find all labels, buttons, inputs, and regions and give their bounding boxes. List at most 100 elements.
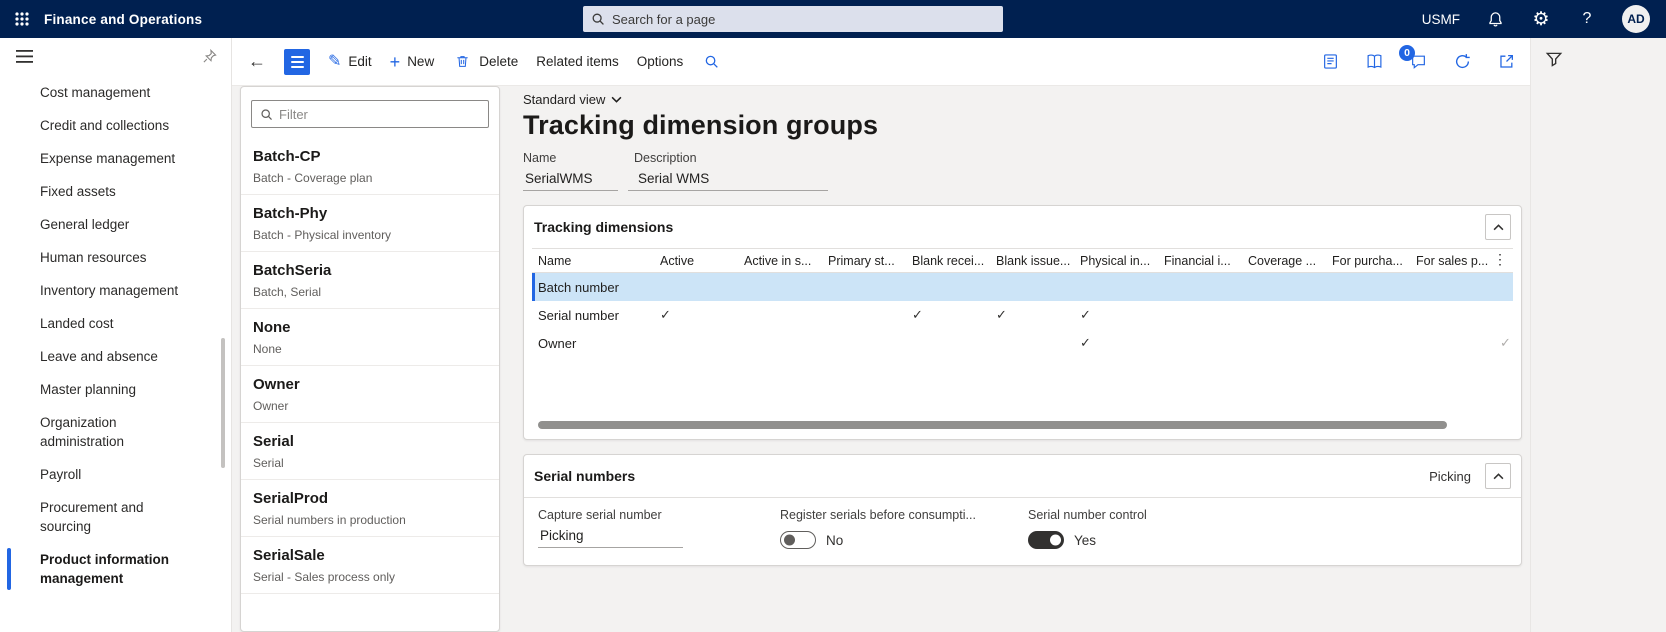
grid-column-header[interactable]: Coverage ... <box>1242 254 1326 268</box>
toolbar-right-actions: 0 <box>1320 44 1516 72</box>
sidebar-item[interactable]: Human resources <box>0 241 231 274</box>
sidebar-item[interactable]: Expense management <box>0 142 231 175</box>
sidebar-item[interactable]: General ledger <box>0 208 231 241</box>
sidebar-item[interactable]: Fixed assets <box>0 175 231 208</box>
serial-numbers-header: Serial numbers Picking <box>524 455 1521 498</box>
options-button[interactable]: Options <box>637 54 684 69</box>
grid-column-header[interactable]: Financial i... <box>1158 254 1242 268</box>
sidebar-item[interactable]: Payroll <box>0 458 231 491</box>
tracking-dimensions-title: Tracking dimensions <box>534 219 674 235</box>
help-icon[interactable]: ? <box>1576 8 1598 30</box>
grid-options-icon[interactable]: ⋮ <box>1489 251 1511 268</box>
sidebar-nav: Cost management Credit and collections Exp… <box>0 76 231 595</box>
attachments-icon[interactable]: 0 <box>1399 44 1428 72</box>
back-arrow-icon[interactable]: ← <box>248 51 266 72</box>
delete-button[interactable]: Delete <box>452 52 518 72</box>
grid-hscroll-track <box>534 421 1511 429</box>
edit-button[interactable]: ✎ Edit <box>328 53 372 70</box>
new-button[interactable]: + New <box>390 53 435 71</box>
grid-header: Name Active Active in s... Primary st... Bla… <box>532 248 1513 273</box>
sidebar-scrollbar[interactable] <box>221 338 225 468</box>
filter-funnel-icon[interactable] <box>1545 50 1567 72</box>
grid-hscroll-thumb[interactable] <box>538 421 1447 429</box>
description-field-label: Description <box>634 151 697 165</box>
grid-column-header[interactable]: Name <box>532 254 654 268</box>
grid-row[interactable]: Serial number ✓ ✓ ✓ ✓ <box>532 301 1513 329</box>
global-search-input[interactable] <box>612 11 995 27</box>
record-list-item[interactable]: Batch-CP Batch - Coverage plan <box>241 138 499 195</box>
record-list-item[interactable]: None None <box>241 309 499 366</box>
capture-serial-label: Capture serial number <box>538 508 662 522</box>
grid-row[interactable]: Owner ✓ ✓ <box>532 329 1513 357</box>
sidebar-item[interactable]: Leave and absence <box>0 340 231 373</box>
grid-column-header[interactable]: For purcha... <box>1326 254 1410 268</box>
name-field-value[interactable]: SerialWMS <box>523 171 618 191</box>
header-fields: Name SerialWMS Description Serial WMS <box>523 151 1522 191</box>
tracking-dimensions-header: Tracking dimensions <box>524 206 1521 248</box>
settings-gear-icon[interactable]: ⚙ <box>1530 8 1552 30</box>
description-field-value[interactable]: Serial WMS <box>628 171 828 191</box>
sidebar-item[interactable]: Landed cost <box>0 307 231 340</box>
grid-column-header[interactable]: For sales p... <box>1410 254 1494 268</box>
grid-column-header[interactable]: Active <box>654 254 738 268</box>
serial-control-value: Yes <box>1074 532 1097 548</box>
chevron-up-icon <box>1493 472 1504 480</box>
waffle-icon[interactable] <box>0 0 44 38</box>
grid-column-header[interactable]: Physical in... <box>1074 254 1158 268</box>
main-panel: Standard view Tracking dimension groups … <box>508 86 1522 632</box>
hamburger-menu-icon[interactable] <box>12 44 36 68</box>
record-list-item[interactable]: Owner Owner <box>241 366 499 423</box>
tracking-dimensions-section: Tracking dimensions Name Active Active in … <box>523 205 1522 440</box>
refresh-icon[interactable] <box>1452 52 1472 72</box>
record-list-item[interactable]: Batch-Phy Batch - Physical inventory <box>241 195 499 252</box>
company-picker[interactable]: USMF <box>1422 12 1460 27</box>
record-list-item[interactable]: SerialSale Serial - Sales process only <box>241 537 499 594</box>
global-search[interactable] <box>583 6 1003 32</box>
collapse-section-button[interactable] <box>1485 463 1511 489</box>
register-serials-toggle[interactable] <box>780 531 816 549</box>
sidebar-item[interactable]: Organization administration <box>0 406 231 458</box>
open-in-new-window-icon[interactable] <box>1496 52 1516 72</box>
user-avatar[interactable]: AD <box>1622 5 1650 33</box>
record-filter[interactable] <box>251 100 489 128</box>
filter-search-icon <box>260 108 273 121</box>
top-bar: Finance and Operations USMF ⚙ ? AD <box>0 0 1666 38</box>
sidebar-item[interactable]: Credit and collections <box>0 109 231 142</box>
record-list-item[interactable]: BatchSeria Batch, Serial <box>241 252 499 309</box>
grid-column-header[interactable]: Active in s... <box>738 254 822 268</box>
related-items-button[interactable]: Related items <box>536 54 619 69</box>
attachments-count-badge: 0 <box>1399 44 1415 61</box>
view-selector[interactable]: Standard view <box>523 92 622 107</box>
grid-column-header[interactable]: Primary st... <box>822 254 906 268</box>
collapse-section-button[interactable] <box>1485 214 1511 240</box>
notifications-bell-icon[interactable] <box>1484 8 1506 30</box>
record-name: Batch-CP <box>253 148 321 165</box>
grid-row[interactable]: Batch number <box>532 273 1513 301</box>
grid-column-header[interactable]: Blank recei... <box>906 254 990 268</box>
pin-icon[interactable] <box>199 46 219 66</box>
filter-pane-strip <box>1530 38 1666 632</box>
record-list-item[interactable]: SerialProd Serial numbers in production <box>241 480 499 537</box>
search-icon <box>591 12 605 26</box>
sidebar-item[interactable]: Procurement and sourcing <box>0 491 231 543</box>
record-name: None <box>253 319 291 336</box>
record-filter-input[interactable] <box>279 106 480 122</box>
chevron-down-icon <box>611 96 622 103</box>
grid-column-header[interactable]: Blank issue... <box>990 254 1074 268</box>
sidebar-item[interactable]: Master planning <box>0 373 231 406</box>
list-pane-toggle-icon[interactable] <box>284 48 310 75</box>
sidebar-item[interactable]: Inventory management <box>0 274 231 307</box>
workspace: Batch-CPBatch - Coverage planBatch-PhyBa… <box>232 86 1530 632</box>
toolbar-search-icon[interactable] <box>701 52 721 72</box>
record-list: Batch-CP Batch - Coverage plan Batch-Phy Ba… <box>241 138 499 594</box>
serial-control-toggle[interactable] <box>1028 531 1064 549</box>
sidebar-item[interactable]: Product information management <box>0 543 231 595</box>
book-icon[interactable] <box>1364 52 1384 72</box>
record-name: BatchSeria <box>253 262 332 279</box>
capture-serial-value[interactable]: Picking <box>538 528 683 548</box>
record-name: Owner <box>253 376 300 393</box>
report-icon[interactable] <box>1320 52 1340 72</box>
sidebar-item[interactable]: Cost management <box>0 76 231 109</box>
record-list-item[interactable]: Serial Serial <box>241 423 499 480</box>
register-serials-value: No <box>826 532 844 548</box>
